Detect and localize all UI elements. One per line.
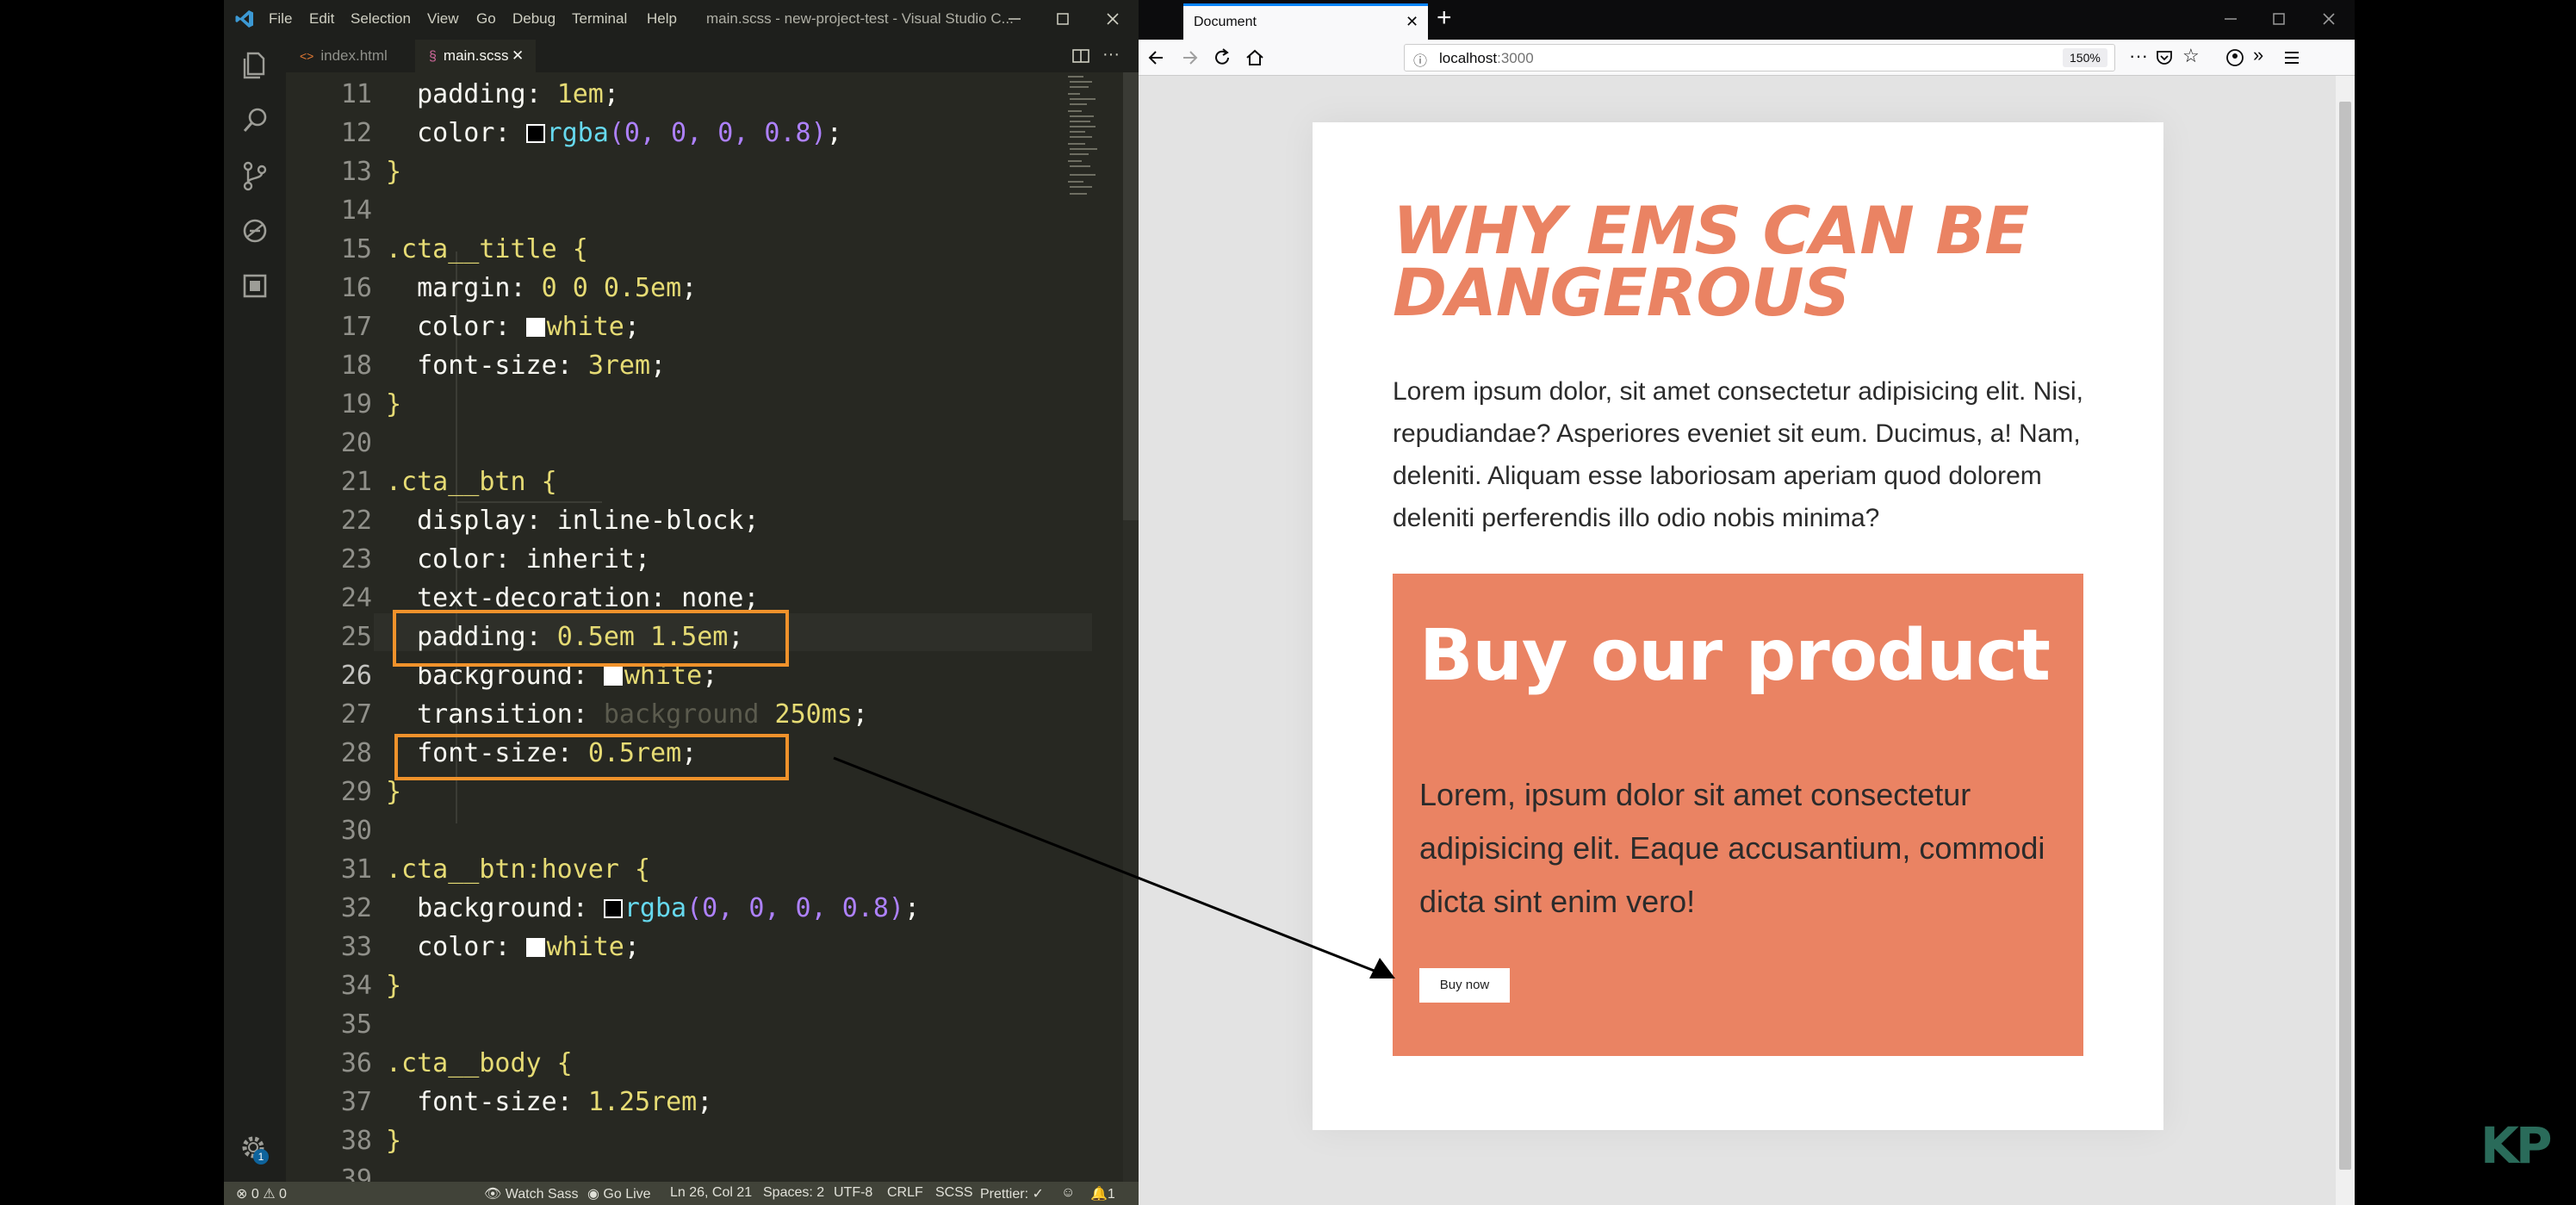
kp-watermark-logo: KP bbox=[2480, 1116, 2552, 1175]
annotation-arrow bbox=[833, 756, 1395, 978]
